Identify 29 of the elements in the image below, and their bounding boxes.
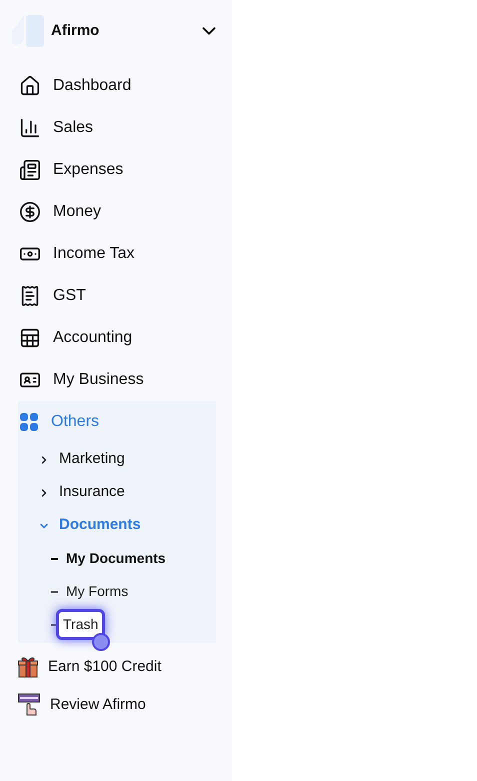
nav-item[interactable]: Expenses [18, 149, 216, 191]
submenu-link[interactable]: Trash [56, 609, 106, 640]
submenu-item[interactable]: Marketing [18, 443, 216, 476]
dash-icon [51, 590, 58, 592]
receipt-icon [19, 285, 41, 307]
nav-item[interactable]: My Business [18, 359, 216, 401]
promo-link[interactable]: Review Afirmo [18, 693, 232, 717]
table-icon [19, 327, 41, 349]
nav-item[interactable]: Dashboard [18, 65, 216, 107]
newspaper-icon [19, 159, 41, 181]
submenu-link[interactable]: My Documents [66, 548, 166, 569]
submenu-link[interactable]: My Forms [66, 581, 128, 602]
grid-icon [19, 412, 39, 432]
submenu-item[interactable]: Insurance [18, 476, 216, 509]
nav-item[interactable]: Income Tax [18, 233, 216, 275]
nav-item[interactable]: Accounting [18, 317, 216, 359]
dash-icon [51, 558, 58, 560]
bar-chart-icon [19, 117, 41, 139]
nav-item[interactable]: GST [18, 275, 216, 317]
gift-icon [18, 656, 38, 678]
submenu-item[interactable]: Documents [18, 509, 216, 542]
house-icon [19, 75, 41, 97]
nav-item[interactable]: Sales [18, 107, 216, 149]
brand-name: Afirmo [51, 20, 100, 41]
nav-item[interactable]: Others [18, 401, 216, 443]
promo-link[interactable]: Earn $100 Credit [18, 655, 232, 679]
nav-item[interactable]: Money [18, 191, 216, 233]
dollar-icon [19, 201, 41, 223]
rating-card-icon [18, 693, 40, 717]
